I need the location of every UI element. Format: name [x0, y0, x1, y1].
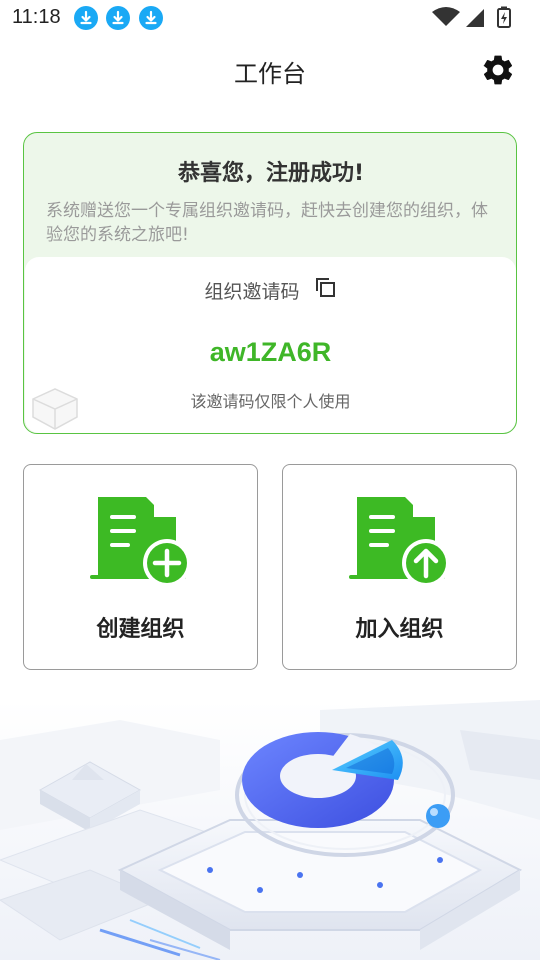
join-organization-label: 加入组织 — [355, 617, 444, 642]
battery-charging-icon — [497, 6, 511, 28]
wifi-icon — [432, 7, 460, 26]
page-title: 工作台 — [234, 60, 306, 88]
status-time: 11:18 — [12, 6, 61, 28]
status-bar: 11:18 — [0, 0, 540, 36]
invite-code-value: aw1ZA6R — [209, 337, 332, 367]
hero-illustration — [0, 700, 540, 960]
invite-code-label: 组织邀请码 — [204, 281, 300, 303]
download-icon — [106, 6, 130, 30]
status-icons — [428, 6, 528, 30]
download-icon — [74, 6, 98, 30]
settings-button[interactable] — [480, 52, 516, 88]
app-header: 工作台 — [0, 36, 540, 106]
create-organization-label: 创建组织 — [96, 617, 185, 642]
create-organization-button[interactable]: 创建组织 — [23, 464, 258, 670]
signal-icon — [466, 9, 484, 27]
building-add-icon — [90, 497, 191, 587]
gear-icon — [483, 55, 513, 85]
invite-code-card: 恭喜您，注册成功! 系统赠送您一个专属组织邀请码，赶快去创建您的组织，体验您的系… — [23, 132, 517, 434]
invite-code-note: 该邀请码仅限个人使用 — [190, 392, 351, 411]
invite-code-panel: 组织邀请码 aw1ZA6R 该邀请码仅限个人使用 — [25, 257, 516, 433]
building-upload-icon — [349, 497, 450, 587]
cube-decoration — [32, 388, 78, 430]
copy-icon[interactable] — [313, 275, 337, 299]
join-organization-button[interactable]: 加入组织 — [282, 464, 517, 670]
invite-code-label-row: 组织邀请码 — [25, 277, 516, 304]
download-icon — [139, 6, 163, 30]
invite-card-title: 恭喜您，注册成功! — [177, 161, 365, 186]
invite-card-description: 系统赠送您一个专属组织邀请码，赶快去创建您的组织，体验您的系统之旅吧! — [46, 201, 488, 245]
